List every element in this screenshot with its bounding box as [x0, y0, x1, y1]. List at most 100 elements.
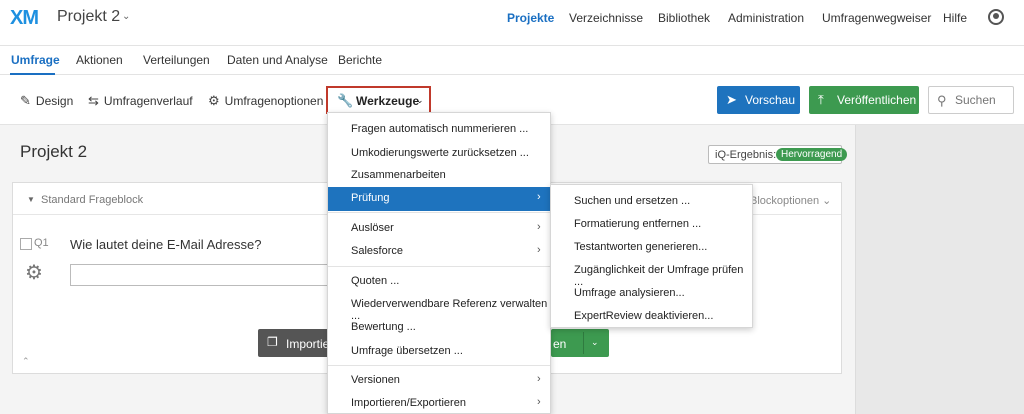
menu-item-translate[interactable]: Umfrage übersetzen ...: [328, 340, 550, 364]
question-select-checkbox[interactable]: [20, 238, 32, 250]
tab-verteilungen[interactable]: Verteilungen: [143, 53, 210, 67]
menu-item-import-export[interactable]: Importieren/Exportieren ›: [328, 392, 550, 414]
survey-options-label: Umfragenoptionen: [224, 94, 324, 108]
submenu-item-accessibility-check[interactable]: Zugänglichkeit der Umfrage prüfen ...: [551, 259, 752, 288]
menu-item-salesforce[interactable]: Salesforce ›: [328, 240, 550, 264]
publish-button[interactable]: ⤒ Veröffentlichen: [809, 86, 919, 114]
tab-berichte[interactable]: Berichte: [338, 53, 382, 67]
design-button[interactable]: ✎ Design: [20, 93, 73, 109]
gear-icon[interactable]: ⚙: [25, 260, 43, 285]
tools-dropdown-menu: Fragen automatisch nummerieren ... Umkod…: [327, 112, 551, 414]
nav-link-administration[interactable]: Administration: [728, 11, 804, 25]
project-title[interactable]: Projekt 2: [57, 8, 120, 26]
menu-item-label: Auslöser: [351, 222, 394, 234]
menu-item-reset-recode[interactable]: Umkodierungswerte zurücksetzen ...: [328, 142, 550, 166]
chevron-down-icon[interactable]: ⌄: [591, 337, 599, 348]
chevron-down-icon: ⌄: [416, 95, 424, 105]
tab-umfrage[interactable]: Umfrage: [11, 53, 60, 67]
iq-score-label: iQ-Ergebnis:: [715, 149, 777, 161]
nav-link-bibliothek[interactable]: Bibliothek: [658, 11, 710, 25]
survey-history-button[interactable]: ⇆ Umfragenverlauf: [88, 93, 193, 109]
nav-link-verzeichnisse[interactable]: Verzeichnisse: [569, 11, 643, 25]
top-navigation-bar: XM Projekt 2 ⌄ Projekte Verzeichnisse Bi…: [0, 0, 1024, 38]
menu-item-reusable-reference[interactable]: Wiederverwendbare Referenz verwalten ...: [328, 293, 550, 322]
block-name[interactable]: Standard Frageblock: [41, 194, 143, 206]
menu-item-label: Zusammenarbeiten: [351, 169, 446, 181]
collapse-triangle-icon[interactable]: ▼: [27, 195, 35, 204]
menu-item-versions[interactable]: Versionen ›: [328, 369, 550, 393]
chevron-right-icon: ›: [537, 373, 541, 385]
user-account-icon[interactable]: [988, 9, 1004, 25]
preview-button[interactable]: ➤ Vorschau: [717, 86, 800, 114]
submenu-item-find-replace[interactable]: Suchen und ersetzen ...: [551, 190, 752, 214]
design-label: Design: [35, 94, 74, 108]
import-questions-button[interactable]: ❐ Importie: [258, 329, 333, 357]
menu-item-triggers[interactable]: Auslöser ›: [328, 217, 550, 241]
survey-tabs: Umfrage Aktionen Verteilungen Daten und …: [0, 45, 1024, 76]
menu-item-label: Quoten ...: [351, 275, 400, 287]
block-options-label: Blockoptionen: [750, 195, 820, 207]
branch-icon: ⇆: [88, 93, 99, 108]
survey-options-button[interactable]: ⚙ Umfragenoptionen: [208, 93, 323, 109]
submenu-item-test-responses[interactable]: Testantworten generieren...: [551, 236, 752, 260]
logo-letter-x: X: [10, 7, 23, 29]
logo-letter-m: M: [22, 7, 39, 29]
search-input[interactable]: [955, 93, 1011, 107]
wrench-icon: 🔧: [337, 93, 354, 108]
survey-title: Projekt 2: [20, 142, 88, 161]
menu-item-pruefung[interactable]: Prüfung ›: [328, 187, 550, 211]
menu-item-label: Versionen: [351, 374, 400, 386]
chevron-right-icon: ›: [537, 244, 541, 256]
search-icon: ⚲: [937, 93, 947, 108]
copy-icon: ❐: [267, 335, 278, 349]
chevron-down-icon[interactable]: ⌄: [122, 11, 130, 22]
menu-item-collaborate[interactable]: Zusammenarbeiten: [328, 164, 550, 188]
preview-arrow-icon: ➤: [726, 92, 737, 107]
tools-dropdown-button[interactable]: 🔧 Werkzeuge ⌄: [326, 86, 431, 114]
submenu-item-analyze-survey[interactable]: Umfrage analysieren...: [551, 282, 752, 306]
tab-aktionen[interactable]: Aktionen: [76, 53, 123, 67]
menu-item-auto-number[interactable]: Fragen automatisch nummerieren ...: [328, 118, 550, 142]
answer-text-field[interactable]: [70, 264, 355, 286]
question-id: Q1: [34, 237, 49, 249]
nav-link-projekte[interactable]: Projekte: [507, 11, 554, 25]
submenu-item-label: Suchen und ersetzen ...: [574, 195, 691, 207]
menu-item-label: Umkodierungswerte zurücksetzen ...: [351, 147, 529, 159]
gear-icon: ⚙: [208, 93, 220, 108]
search-box[interactable]: ⚲: [928, 86, 1014, 114]
survey-history-label: Umfragenverlauf: [103, 94, 193, 108]
menu-item-label: Importieren/Exportieren: [351, 397, 466, 409]
chevron-right-icon: ›: [537, 221, 541, 233]
nav-link-hilfe[interactable]: Hilfe: [943, 11, 967, 25]
tools-label: Werkzeuge: [356, 94, 420, 108]
tab-daten-und-analyse[interactable]: Daten und Analyse: [227, 53, 328, 67]
split-divider: [583, 332, 584, 354]
import-label: Importie: [286, 337, 330, 351]
paintbrush-icon: ✎: [20, 93, 31, 108]
submenu-item-label: Testantworten generieren...: [574, 241, 708, 253]
menu-item-label: Umfrage übersetzen ...: [351, 345, 463, 357]
submenu-item-expertreview-disable[interactable]: ExpertReview deaktivieren...: [551, 305, 752, 329]
submenu-item-label: Formatierung entfernen ...: [574, 218, 702, 230]
add-question-split-button[interactable]: en ⌄: [551, 329, 609, 357]
menu-item-label: Prüfung: [351, 192, 390, 204]
submenu-item-remove-formatting[interactable]: Formatierung entfernen ...: [551, 213, 752, 237]
menu-item-label: Fragen automatisch nummerieren ...: [351, 123, 529, 135]
iq-score-badge[interactable]: iQ-Ergebnis: Hervorragend: [708, 145, 848, 164]
preview-label: Vorschau: [745, 93, 796, 107]
add-question-label: en: [553, 337, 567, 351]
iq-score-value: Hervorragend: [776, 148, 848, 161]
question-text[interactable]: Wie lautet deine E-Mail Adresse?: [70, 237, 261, 252]
menu-item-scoring[interactable]: Bewertung ...: [328, 316, 550, 340]
menu-item-label: Bewertung ...: [351, 321, 416, 333]
chevron-right-icon: ›: [537, 396, 541, 408]
chevron-up-icon[interactable]: ⌃: [22, 356, 30, 367]
submenu-item-label: Umfrage analysieren...: [574, 287, 685, 299]
submenu-item-label: ExpertReview deaktivieren...: [574, 310, 714, 322]
chevron-right-icon: ›: [537, 191, 541, 203]
block-options-button[interactable]: Blockoptionen ⌄: [750, 194, 831, 207]
menu-separator: [328, 212, 550, 213]
nav-link-umfragenwegweiser[interactable]: Umfragenwegweiser: [822, 11, 931, 25]
menu-item-quotas[interactable]: Quoten ...: [328, 270, 550, 294]
qualtrics-xm-logo[interactable]: XM: [10, 7, 39, 30]
